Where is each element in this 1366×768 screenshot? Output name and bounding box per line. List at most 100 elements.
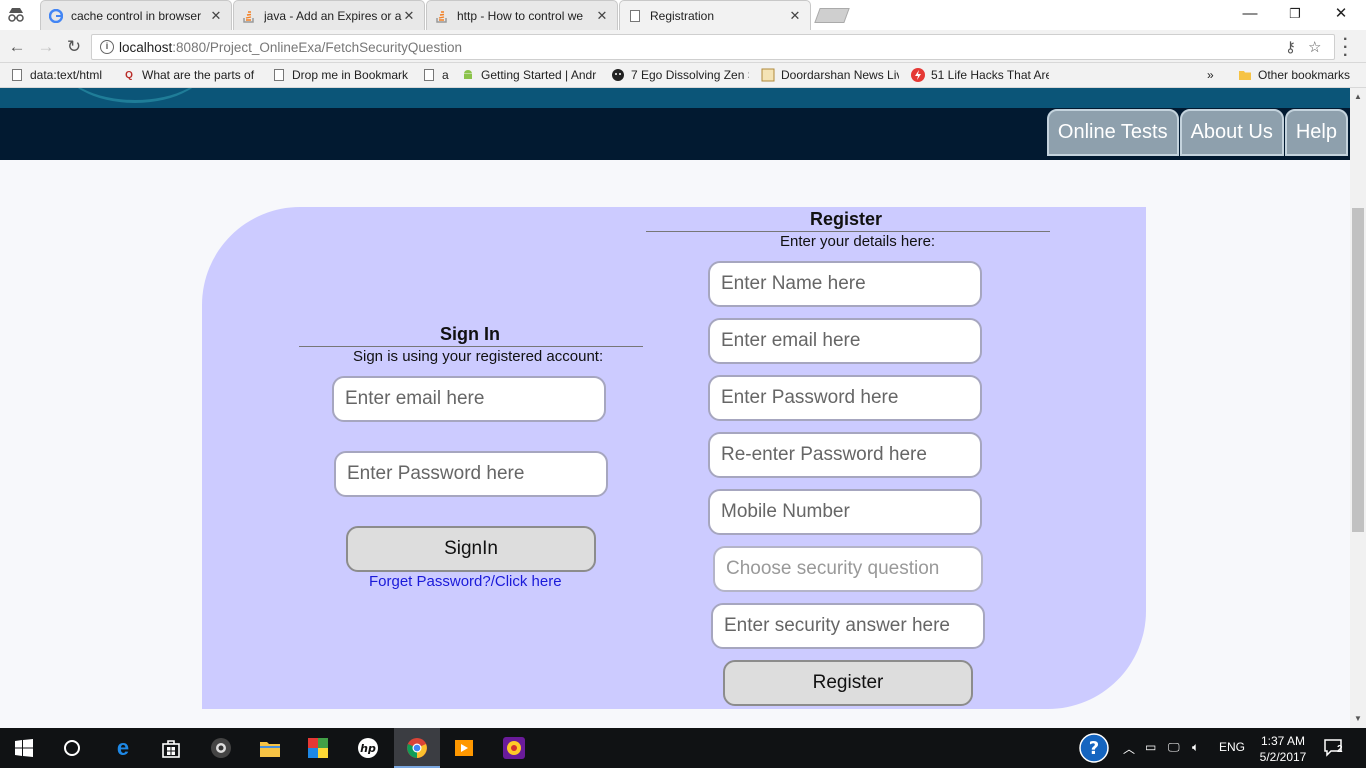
incognito-icon — [8, 8, 24, 22]
tab-registration[interactable]: Registration ✕ — [619, 0, 811, 30]
chrome-icon[interactable] — [405, 736, 429, 760]
register-divider — [646, 231, 1050, 232]
bookmark-item[interactable]: 7 Ego Dissolving Zen S — [611, 67, 749, 83]
store-icon[interactable] — [159, 736, 183, 760]
url-text: localhost:8080/Project_OnlineExa/FetchSe… — [119, 40, 462, 55]
svg-text:hp: hp — [360, 742, 376, 755]
edge-icon[interactable]: e — [111, 735, 135, 760]
key-icon[interactable]: ⚷ — [1285, 38, 1296, 56]
android-icon — [461, 68, 475, 82]
scroll-up-icon[interactable]: ▲ — [1354, 92, 1362, 101]
system-clock[interactable]: 1:37 AM 5/2/2017 — [1248, 733, 1318, 765]
signin-email-input[interactable] — [332, 376, 606, 422]
nav-help[interactable]: Help — [1284, 109, 1348, 156]
volume-muted-icon[interactable]: 🔈︎ — [1192, 740, 1199, 755]
forgot-password-link[interactable]: Forget Password?/Click here — [369, 573, 562, 590]
register-password-input[interactable] — [708, 375, 982, 421]
minimize-button[interactable]: — — [1227, 0, 1273, 30]
page-icon — [10, 68, 24, 82]
other-bookmarks[interactable]: Other bookmarks — [1238, 67, 1356, 83]
restore-button[interactable]: ❐ — [1272, 0, 1318, 30]
tab-cache-control[interactable]: cache control in browser ✕ — [40, 0, 232, 30]
scroll-down-icon[interactable]: ▼ — [1354, 714, 1362, 723]
close-icon[interactable]: ✕ — [402, 8, 416, 24]
tab-label: java - Add an Expires or a — [264, 8, 402, 23]
stackoverflow-icon — [242, 9, 256, 23]
register-subtitle: Enter your details here: — [780, 233, 936, 250]
close-icon[interactable]: ✕ — [595, 8, 609, 24]
signin-divider — [299, 346, 643, 347]
clock-date: 5/2/2017 — [1259, 750, 1307, 764]
bookmarks-overflow-button[interactable]: » — [1207, 67, 1219, 83]
register-title: Register — [810, 209, 883, 229]
reload-button[interactable]: ↻ — [62, 35, 86, 59]
nav-online-tests[interactable]: Online Tests — [1046, 109, 1179, 156]
forward-button[interactable]: → — [34, 35, 58, 59]
scroll-thumb[interactable] — [1352, 208, 1364, 532]
tab-java-expires[interactable]: java - Add an Expires or a ✕ — [233, 0, 425, 30]
doordarshan-icon — [761, 68, 775, 82]
file-explorer-icon[interactable] — [258, 736, 282, 760]
help-icon[interactable]: ? — [1079, 733, 1109, 763]
cortana-icon[interactable] — [60, 736, 84, 760]
media-player-icon[interactable] — [452, 736, 476, 760]
register-email-input[interactable] — [708, 318, 982, 364]
menu-icon[interactable]: · · · — [1343, 32, 1348, 64]
page-icon — [628, 9, 642, 23]
back-button[interactable]: ← — [5, 35, 29, 59]
windows-start-icon[interactable] — [12, 736, 36, 760]
signin-password-input[interactable] — [334, 451, 608, 497]
bookmark-item[interactable]: data:text/html — [10, 67, 110, 83]
app-icon[interactable] — [502, 736, 526, 760]
vertical-scrollbar[interactable]: ▲ ▼ — [1350, 88, 1366, 728]
register-mobile-input[interactable] — [708, 489, 982, 535]
battery-icon[interactable]: ▭ — [1145, 740, 1156, 754]
signin-subtitle: Sign is using your registered account: — [353, 348, 604, 365]
security-answer-input[interactable] — [711, 603, 985, 649]
star-icon[interactable]: ☆ — [1308, 38, 1321, 56]
signin-title: Sign In — [440, 324, 500, 344]
clock-time: 1:37 AM — [1260, 734, 1306, 748]
tab-label: Registration — [650, 8, 715, 23]
quora-icon: Q — [125, 69, 133, 81]
bookmark-item[interactable]: Doordarshan News Liv — [761, 67, 899, 83]
page-viewport: Online Tests About Us Help Sign In Sign … — [0, 88, 1350, 728]
svg-text:?: ? — [1089, 738, 1099, 759]
camera-app-icon[interactable] — [209, 736, 233, 760]
tray-chevron-icon[interactable]: ︿ — [1123, 740, 1135, 757]
top-nav: Online Tests About Us Help — [1046, 109, 1348, 156]
close-icon[interactable]: ✕ — [788, 8, 802, 24]
close-window-button[interactable]: ✕ — [1318, 0, 1364, 30]
register-repassword-input[interactable] — [708, 432, 982, 478]
bookmark-item[interactable]: 51 Life Hacks That Are — [911, 67, 1049, 83]
page-icon — [422, 68, 436, 82]
lightning-icon — [911, 68, 925, 82]
close-icon[interactable]: ✕ — [209, 8, 223, 24]
tab-label: cache control in browser — [71, 8, 202, 23]
new-tab-button[interactable] — [814, 8, 850, 23]
page-icon — [272, 68, 286, 82]
auth-card: Sign In Sign is using your registered ac… — [202, 207, 1146, 709]
bookmark-item[interactable]: Q What are the parts of — [122, 67, 256, 83]
header-banner: Online Tests About Us Help — [0, 88, 1350, 160]
register-button[interactable]: Register — [723, 660, 973, 706]
tab-http-control[interactable]: http - How to control we ✕ — [426, 0, 618, 30]
bookmark-item[interactable]: a — [422, 67, 452, 83]
hp-icon[interactable]: hp — [356, 736, 380, 760]
bookmark-item[interactable]: Getting Started | Andr — [461, 67, 597, 83]
address-bar[interactable]: i localhost:8080/Project_OnlineExa/Fetch… — [91, 34, 1335, 60]
language-indicator[interactable]: ENG — [1219, 740, 1245, 754]
network-icon[interactable]: 🖵 — [1168, 740, 1180, 755]
photos-app-icon[interactable] — [306, 736, 330, 760]
register-name-input[interactable] — [708, 261, 982, 307]
stackoverflow-icon — [435, 9, 449, 23]
info-icon[interactable]: i — [100, 40, 114, 54]
google-icon — [49, 8, 63, 23]
security-question-select[interactable] — [713, 546, 983, 592]
browser-toolbar: ← → ↻ i localhost:8080/Project_OnlineExa… — [0, 30, 1366, 64]
bookmarks-bar: data:text/html Q What are the parts of D… — [0, 63, 1366, 88]
nav-about-us[interactable]: About Us — [1179, 109, 1284, 156]
browser-tab-strip: cache control in browser ✕ java - Add an… — [0, 0, 1366, 30]
signin-button[interactable]: SignIn — [346, 526, 596, 572]
bookmark-item[interactable]: Drop me in Bookmark — [272, 67, 408, 83]
